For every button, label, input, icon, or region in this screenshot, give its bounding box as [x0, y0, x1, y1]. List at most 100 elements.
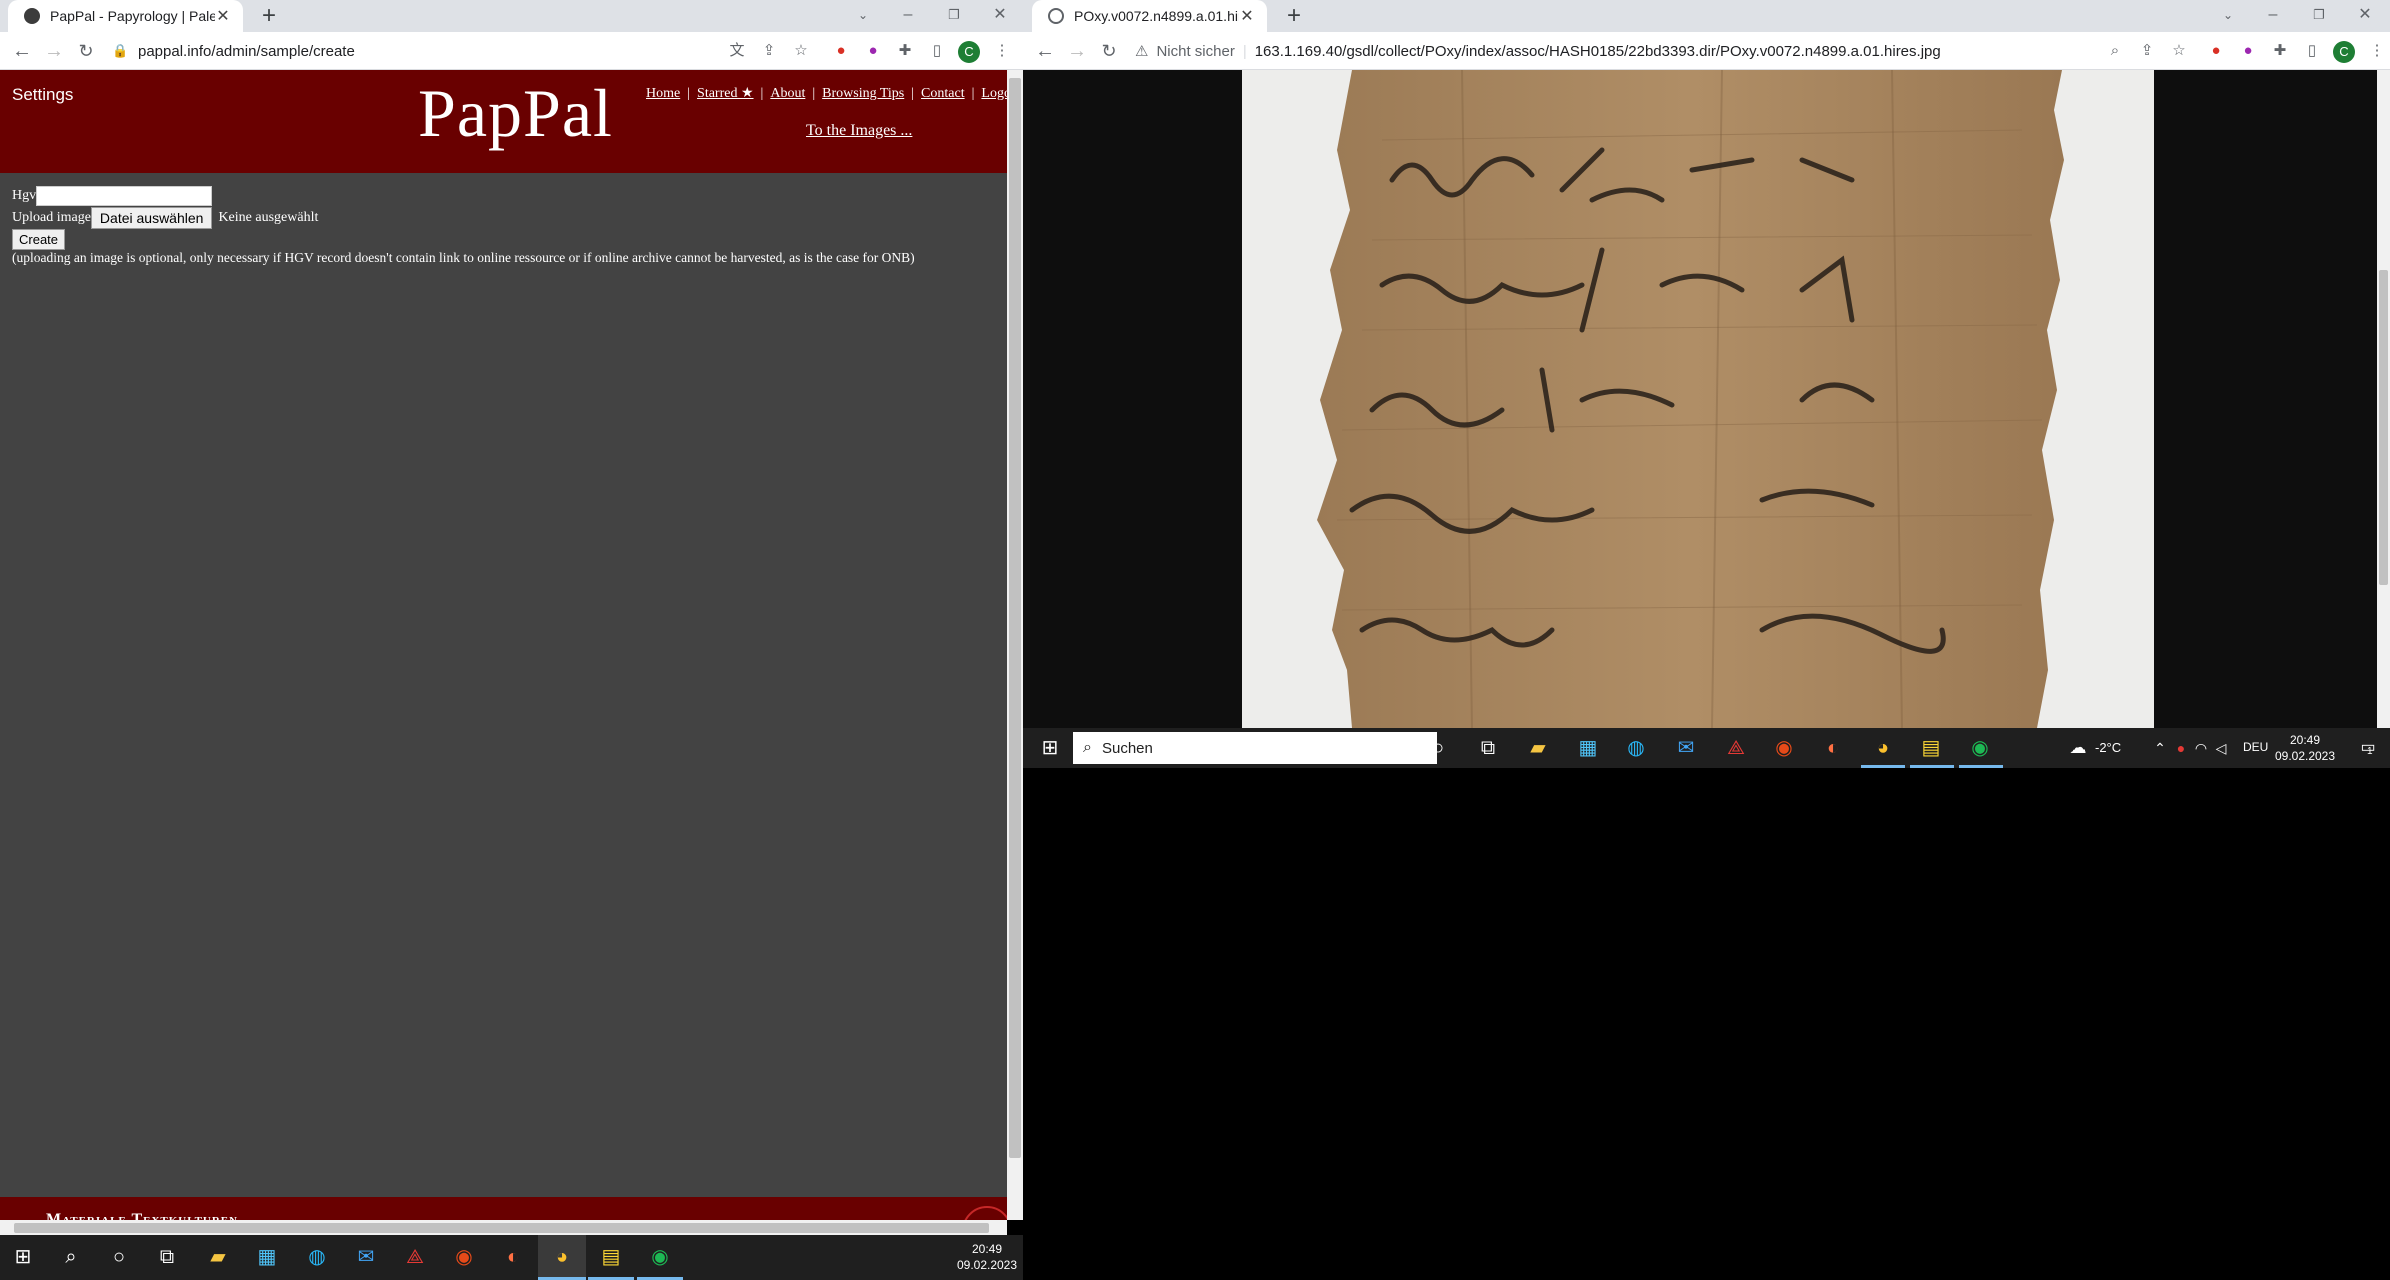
- hgv-input[interactable]: [36, 186, 213, 206]
- cortana-icon[interactable]: ○: [1423, 733, 1453, 763]
- nav-browsing-tips[interactable]: Browsing Tips: [822, 86, 904, 101]
- clock-date: 09.02.2023: [2274, 749, 2336, 763]
- address-bar[interactable]: ⚠ Nicht sicher | 163.1.169.40/gsdl/colle…: [1135, 34, 2105, 68]
- left-vertical-scroll-thumb[interactable]: [1009, 78, 1021, 1158]
- pappal-page: Settings PapPal Home | Starred ★ | About | Bro…: [0, 70, 1007, 1235]
- profile-avatar[interactable]: C: [2333, 41, 2355, 63]
- file-explorer-icon[interactable]: ▰: [203, 1242, 233, 1272]
- windows-start-icon[interactable]: ⊞: [1035, 733, 1065, 763]
- mail-icon[interactable]: ✉: [351, 1242, 381, 1272]
- store-icon[interactable]: ▦: [1573, 733, 1603, 763]
- chrome-icon[interactable]: ◕: [547, 1242, 577, 1272]
- nav-home[interactable]: Home: [646, 86, 680, 101]
- side-panel-icon[interactable]: ▯: [2302, 41, 2322, 61]
- taskbar-search-box[interactable]: ⌕ Suchen: [1073, 732, 1437, 764]
- extension-red-icon[interactable]: ●: [2206, 41, 2226, 61]
- reload-icon[interactable]: ↻: [72, 37, 100, 65]
- menu-dots-icon[interactable]: ⋮: [2367, 41, 2387, 61]
- search-icon[interactable]: ⌕: [56, 1242, 86, 1272]
- pappal-favicon-icon: [24, 8, 40, 24]
- forward-arrow-icon[interactable]: →: [40, 37, 68, 65]
- acrobat-icon[interactable]: ⟁: [400, 1242, 430, 1272]
- task-view-icon[interactable]: ⧉: [1473, 733, 1503, 763]
- nav-contact[interactable]: Contact: [921, 86, 965, 101]
- to-the-images-link[interactable]: To the Images ...: [806, 122, 912, 140]
- tab-search-chevron-icon[interactable]: ⌄: [840, 0, 886, 32]
- close-tab-icon[interactable]: ✕: [1239, 6, 1255, 26]
- volume-icon[interactable]: ◁: [2206, 733, 2236, 763]
- task-view-icon[interactable]: ⧉: [152, 1242, 182, 1272]
- new-tab-button[interactable]: +: [255, 2, 283, 30]
- nav-starred[interactable]: Starred ★: [697, 86, 753, 101]
- firefox-icon[interactable]: ◐: [1818, 733, 1848, 763]
- nav-about[interactable]: About: [770, 86, 805, 101]
- back-arrow-icon[interactable]: ←: [8, 37, 36, 65]
- notification-count: 1: [2367, 746, 2373, 757]
- windows-start-icon[interactable]: ⊞: [8, 1242, 38, 1272]
- translate-icon[interactable]: 文: [727, 41, 747, 61]
- right-active-tab[interactable]: POxy.v0072.n4899.a.01.hires.jpg ✕: [1032, 0, 1267, 32]
- extension-purple-icon[interactable]: ●: [2238, 41, 2258, 61]
- cortana-icon[interactable]: ○: [104, 1242, 134, 1272]
- address-bar[interactable]: 🔒 pappal.info/admin/sample/create: [108, 34, 728, 68]
- powerpoint-icon[interactable]: ◉: [449, 1242, 479, 1272]
- spotify-icon[interactable]: ◉: [1965, 733, 1995, 763]
- nav-logout[interactable]: Logout: [981, 86, 1007, 101]
- create-button[interactable]: Create: [12, 229, 66, 250]
- side-panel-icon[interactable]: ▯: [927, 41, 947, 61]
- bookmark-star-icon[interactable]: ☆: [2169, 41, 2189, 61]
- extensions-puzzle-icon[interactable]: ✚: [2270, 41, 2290, 61]
- profile-avatar[interactable]: C: [958, 41, 980, 63]
- language-indicator[interactable]: DEU: [2243, 740, 2268, 754]
- edge-icon[interactable]: ◍: [302, 1242, 332, 1272]
- pappal-logo[interactable]: PapPal: [418, 74, 613, 153]
- spotify-active-indicator: [1959, 765, 2003, 768]
- file-explorer-icon[interactable]: ▰: [1523, 733, 1553, 763]
- back-arrow-icon[interactable]: ←: [1031, 37, 1059, 65]
- bookmark-star-icon[interactable]: ☆: [791, 41, 811, 61]
- right-vertical-scroll-thumb[interactable]: [2379, 270, 2388, 585]
- share-icon[interactable]: ⇪: [2137, 41, 2157, 61]
- weather-cloud-icon[interactable]: ☁: [2063, 733, 2093, 763]
- choose-file-button[interactable]: Datei auswählen: [90, 207, 213, 229]
- folder-active-indicator: [1910, 765, 1954, 768]
- explorer-folder-icon[interactable]: ▤: [596, 1242, 626, 1272]
- firefox-icon[interactable]: ◐: [498, 1242, 528, 1272]
- store-icon[interactable]: ▦: [252, 1242, 282, 1272]
- explorer-folder-icon[interactable]: ▤: [1916, 733, 1946, 763]
- share-icon[interactable]: ⇪: [759, 41, 779, 61]
- weather-temp[interactable]: -2°C: [2095, 740, 2121, 755]
- settings-link[interactable]: Settings: [12, 85, 73, 105]
- mail-icon[interactable]: ✉: [1671, 733, 1701, 763]
- minimize-button[interactable]: –: [885, 0, 931, 32]
- file-status-text: Keine ausgewählt: [218, 210, 319, 225]
- minimize-button[interactable]: –: [2250, 0, 2296, 32]
- edge-icon[interactable]: ◍: [1621, 733, 1651, 763]
- reload-icon[interactable]: ↻: [1095, 37, 1123, 65]
- close-window-button[interactable]: ✕: [2342, 0, 2388, 32]
- taskbar-clock[interactable]: 20:49 09.02.2023: [955, 1241, 1019, 1273]
- menu-dots-icon[interactable]: ⋮: [992, 41, 1012, 61]
- papyrus-image[interactable]: [1242, 70, 2154, 728]
- restore-button[interactable]: ❐: [2296, 0, 2342, 32]
- left-horizontal-scroll-thumb[interactable]: [14, 1223, 989, 1233]
- nav-separator: |: [812, 86, 816, 101]
- forward-arrow-icon[interactable]: →: [1063, 37, 1091, 65]
- restore-button[interactable]: ❐: [931, 0, 977, 32]
- chrome-active-indicator: [1861, 765, 1905, 768]
- chrome-icon[interactable]: ◕: [1868, 733, 1898, 763]
- zoom-icon[interactable]: ⌕: [2105, 41, 2125, 61]
- powerpoint-icon[interactable]: ◉: [1769, 733, 1799, 763]
- extension-red-icon[interactable]: ●: [831, 41, 851, 61]
- close-window-button[interactable]: ✕: [977, 0, 1023, 32]
- tab-search-chevron-icon[interactable]: ⌄: [2205, 0, 2251, 32]
- left-active-tab[interactable]: PapPal - Papyrology | Paleograph ✕: [8, 0, 243, 32]
- right-tab-title: POxy.v0072.n4899.a.01.hires.jpg: [1074, 8, 1239, 24]
- spotify-icon[interactable]: ◉: [645, 1242, 675, 1272]
- taskbar-clock[interactable]: 20:49 09.02.2023: [2273, 732, 2337, 764]
- extension-purple-icon[interactable]: ●: [863, 41, 883, 61]
- close-tab-icon[interactable]: ✕: [215, 6, 231, 26]
- extensions-puzzle-icon[interactable]: ✚: [895, 41, 915, 61]
- acrobat-icon[interactable]: ⟁: [1721, 733, 1751, 763]
- new-tab-button[interactable]: +: [1280, 2, 1308, 30]
